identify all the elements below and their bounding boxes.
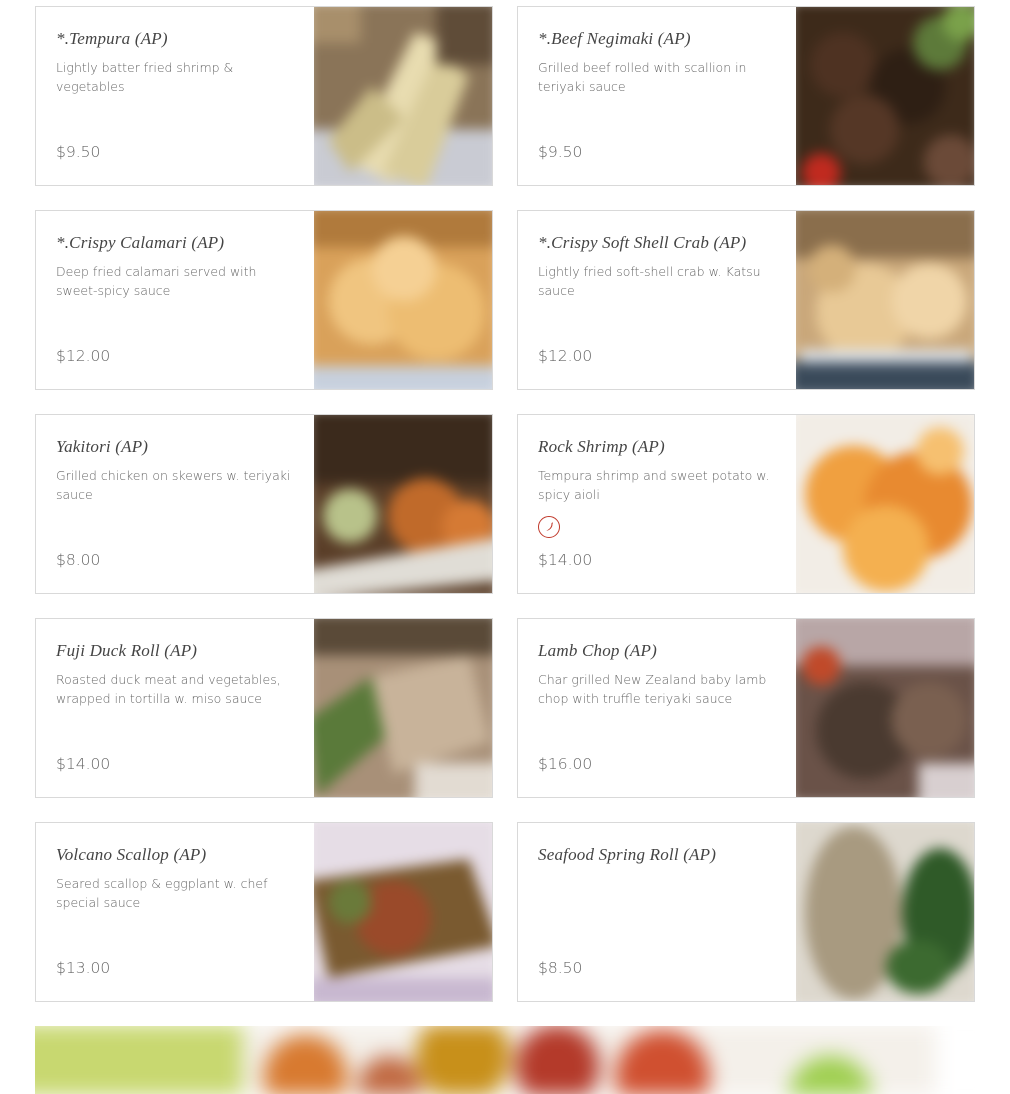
menu-item-info: *.Crispy Calamari (AP) Deep fried calama…: [36, 211, 314, 389]
menu-item-photo[interactable]: [796, 211, 974, 389]
menu-item-card[interactable]: *.Crispy Soft Shell Crab (AP) Lightly fr…: [517, 210, 975, 390]
menu-item-description: Char grilled New Zealand baby lamb chop …: [538, 672, 767, 706]
menu-item-photo[interactable]: [314, 823, 492, 1001]
menu-item-description: Tempura shrimp and sweet potato w. spicy…: [538, 468, 770, 502]
food-banner-image: [35, 1026, 975, 1094]
menu-item-title: Seafood Spring Roll (AP): [538, 845, 717, 864]
menu-item-photo[interactable]: [796, 7, 974, 185]
menu-item-price: $9.50: [56, 143, 101, 161]
menu-item-info: Volcano Scallop (AP) Seared scallop & eg…: [36, 823, 314, 1001]
menu-item-price: $12.00: [56, 347, 111, 365]
menu-item-photo[interactable]: [314, 211, 492, 389]
menu-item-info: Yakitori (AP) Grilled chicken on skewers…: [36, 415, 314, 593]
menu-item-card[interactable]: Fuji Duck Roll (AP) Roasted duck meat an…: [35, 618, 493, 798]
menu-item-description: Lightly batter fried shrimp & vegetables: [56, 60, 234, 94]
menu-item-description: Seared scallop & eggplant w. chef specia…: [56, 876, 268, 910]
menu-item-photo[interactable]: [796, 823, 974, 1001]
menu-item-price: $12.00: [538, 347, 593, 365]
menu-item-title: *.Tempura (AP): [56, 29, 168, 48]
menu-item-card[interactable]: *.Tempura (AP) Lightly batter fried shri…: [35, 6, 493, 186]
menu-item-title: *.Beef Negimaki (AP): [538, 29, 691, 48]
menu-item-card[interactable]: Volcano Scallop (AP) Seared scallop & eg…: [35, 822, 493, 1002]
menu-item-card[interactable]: *.Crispy Calamari (AP) Deep fried calama…: [35, 210, 493, 390]
menu-item-price: $13.00: [56, 959, 111, 977]
menu-item-price: $8.00: [56, 551, 101, 569]
menu-item-photo[interactable]: [314, 415, 492, 593]
menu-item-price: $9.50: [538, 143, 583, 161]
menu-item-description: Grilled beef rolled with scallion in ter…: [538, 60, 747, 94]
menu-item-info: Lamb Chop (AP) Char grilled New Zealand …: [518, 619, 796, 797]
menu-item-photo[interactable]: [796, 619, 974, 797]
menu-item-card[interactable]: Seafood Spring Roll (AP) $8.50: [517, 822, 975, 1002]
menu-item-card[interactable]: Yakitori (AP) Grilled chicken on skewers…: [35, 414, 493, 594]
menu-item-title: *.Crispy Soft Shell Crab (AP): [538, 233, 747, 252]
menu-item-photo[interactable]: [314, 7, 492, 185]
menu-item-price: $16.00: [538, 755, 593, 773]
menu-item-description: Roasted duck meat and vegetables, wrappe…: [56, 672, 281, 706]
menu-item-title: Fuji Duck Roll (AP): [56, 641, 198, 660]
menu-item-card[interactable]: *.Beef Negimaki (AP) Grilled beef rolled…: [517, 6, 975, 186]
chili-pepper-icon: [538, 516, 560, 538]
menu-item-title: Lamb Chop (AP): [538, 641, 657, 660]
menu-item-card[interactable]: Lamb Chop (AP) Char grilled New Zealand …: [517, 618, 975, 798]
menu-item-price: $14.00: [56, 755, 111, 773]
menu-item-photo[interactable]: [314, 619, 492, 797]
menu-item-price: $14.00: [538, 551, 593, 569]
menu-item-title: Volcano Scallop (AP): [56, 845, 207, 864]
menu-item-title: *.Crispy Calamari (AP): [56, 233, 225, 252]
menu-item-info: *.Beef Negimaki (AP) Grilled beef rolled…: [518, 7, 796, 185]
menu-item-info: Rock Shrimp (AP) Tempura shrimp and swee…: [518, 415, 796, 593]
menu-item-price: $8.50: [538, 959, 583, 977]
menu-item-description: Deep fried calamari served with sweet-sp…: [56, 264, 257, 298]
menu-grid: *.Tempura (AP) Lightly batter fried shri…: [35, 6, 975, 1002]
menu-item-info: *.Tempura (AP) Lightly batter fried shri…: [36, 7, 314, 185]
menu-item-info: Seafood Spring Roll (AP) $8.50: [518, 823, 796, 1001]
menu-item-info: Fuji Duck Roll (AP) Roasted duck meat an…: [36, 619, 314, 797]
menu-item-description: Grilled chicken on skewers w. teriyaki s…: [56, 468, 291, 502]
menu-item-description: Lightly fried soft-shell crab w. Katsu s…: [538, 264, 761, 298]
menu-item-title: Yakitori (AP): [56, 437, 149, 456]
menu-item-title: Rock Shrimp (AP): [538, 437, 665, 456]
menu-item-info: *.Crispy Soft Shell Crab (AP) Lightly fr…: [518, 211, 796, 389]
menu-item-card[interactable]: Rock Shrimp (AP) Tempura shrimp and swee…: [517, 414, 975, 594]
menu-item-photo[interactable]: [796, 415, 974, 593]
